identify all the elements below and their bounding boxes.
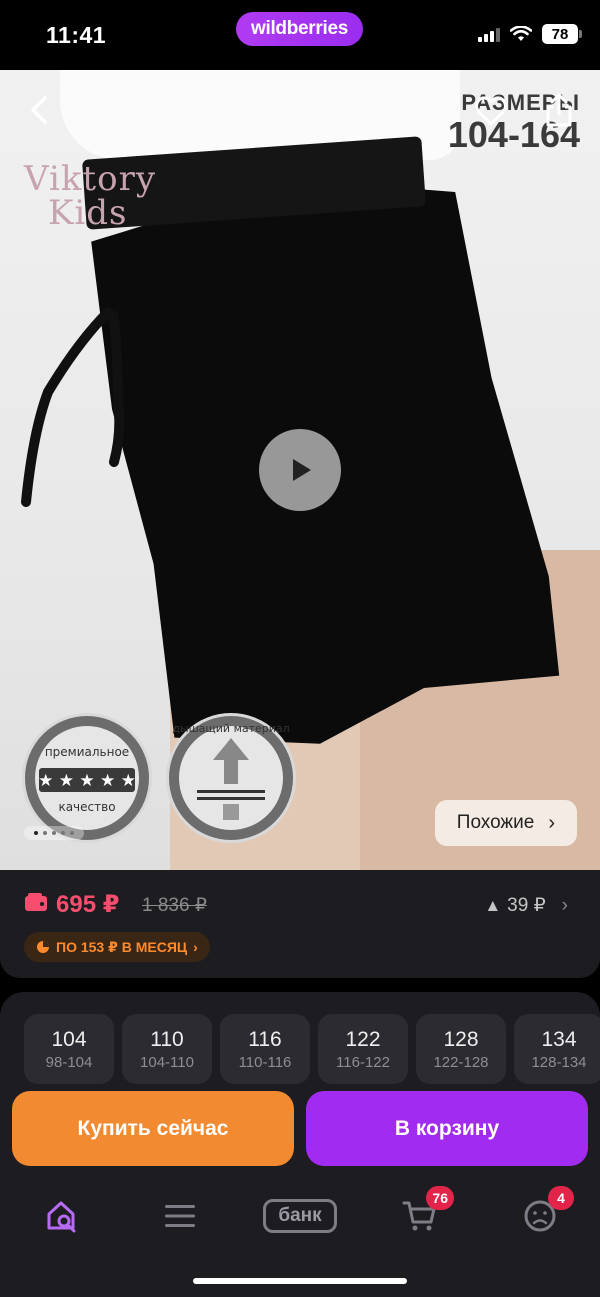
page-dot: [52, 831, 56, 835]
product-photo[interactable]: Viktory Kids РАЗМЕРЫ 104-164 ★ ★ ★ ★ ★ п…: [0, 70, 600, 870]
add-to-cart-button[interactable]: В корзину: [306, 1091, 588, 1166]
page-dot: [70, 831, 74, 835]
menu-icon: [165, 1205, 195, 1227]
size-range: 128-134: [531, 1053, 587, 1071]
brand-logo: Viktory Kids: [24, 162, 156, 230]
triangle-up-icon: ▲: [484, 895, 502, 915]
svg-text:премиальное: премиальное: [45, 745, 129, 759]
size-chip[interactable]: 116 110-116: [220, 1014, 310, 1084]
buy-now-button[interactable]: Купить сейчас: [12, 1091, 294, 1166]
breathable-material-badge: дышащий материал: [166, 713, 296, 843]
size-value: 134: [541, 1027, 577, 1051]
size-chip[interactable]: 128 122-128: [416, 1014, 506, 1084]
current-price: 695 ₽: [56, 891, 120, 918]
play-icon: [293, 459, 311, 481]
price-drop-value: 39 ₽: [507, 895, 546, 916]
size-value: 122: [345, 1027, 381, 1051]
svg-text:дышащий материал: дышащий материал: [172, 722, 289, 735]
play-video-button[interactable]: [259, 429, 341, 511]
svg-text:★ ★ ★ ★ ★: ★ ★ ★ ★ ★: [38, 771, 136, 791]
size-chip[interactable]: 110 104-110: [122, 1014, 212, 1084]
svg-text:качество: качество: [58, 800, 115, 814]
status-time: 11:41: [46, 22, 107, 48]
nav-catalog[interactable]: [158, 1194, 202, 1238]
size-chip[interactable]: 104 98-104: [24, 1014, 114, 1084]
old-price: 1 836 ₽: [142, 895, 207, 916]
chevron-right-icon: ›: [193, 939, 198, 955]
size-range: 110-116: [238, 1053, 292, 1071]
page-dot: [61, 831, 65, 835]
size-range: 122-128: [433, 1053, 489, 1071]
cart-count-badge: 76: [426, 1186, 454, 1210]
home-search-icon: [47, 1201, 76, 1233]
page-dot: [34, 831, 38, 835]
installment-label: ПО 153 ₽ В МЕСЯЦ: [56, 938, 188, 955]
price-card: 695 ₽ 1 836 ₽ ▲ 39 ₽ › ПО 153 ₽ В МЕСЯЦ …: [0, 870, 600, 978]
nav-cart[interactable]: 76: [398, 1186, 454, 1238]
similar-button-label: Похожие: [456, 812, 535, 833]
size-chip[interactable]: 134 128-134: [514, 1014, 600, 1084]
profile-notification-badge: 4: [548, 1186, 574, 1210]
size-value: 128: [443, 1027, 479, 1051]
size-range: 116-122: [336, 1053, 390, 1071]
brand-logo-line-1: Viktory: [24, 159, 157, 199]
heart-icon[interactable]: [474, 94, 508, 128]
chevron-right-icon: ›: [561, 894, 568, 916]
size-value: 110: [150, 1027, 184, 1051]
size-value: 104: [51, 1027, 87, 1051]
status-bar: 11:41 wildberries 78: [0, 0, 600, 70]
installment-badge[interactable]: ПО 153 ₽ В МЕСЯЦ ›: [24, 932, 210, 962]
size-range: 98-104: [45, 1053, 93, 1071]
photo-drawstring: [21, 307, 125, 507]
premium-stars-icon: ★ ★ ★ ★ ★ премиальное качество: [38, 745, 136, 814]
bank-label: банк: [263, 1199, 337, 1233]
brand-pill[interactable]: wildberries: [236, 12, 363, 46]
wifi-icon: [510, 26, 532, 41]
size-range: 104-110: [140, 1053, 194, 1071]
nav-bank[interactable]: банк: [262, 1194, 338, 1238]
nav-profile[interactable]: 4: [518, 1186, 574, 1238]
status-icons: 78: [478, 24, 582, 44]
home-indicator: [193, 1278, 407, 1284]
chevron-right-icon: ›: [548, 811, 555, 834]
pie-chart-icon: [37, 941, 49, 953]
photo-pagination: [24, 826, 84, 840]
size-chip[interactable]: 122 116-122: [318, 1014, 408, 1084]
battery-indicator: 78: [542, 24, 582, 44]
brand-logo-line-2: Kids: [48, 193, 128, 233]
share-icon[interactable]: [544, 92, 574, 128]
premium-quality-badge: ★ ★ ★ ★ ★ премиальное качество: [22, 713, 152, 843]
page-dot: [43, 831, 47, 835]
nav-home[interactable]: [40, 1194, 84, 1238]
price-history-link[interactable]: ▲ 39 ₽ ›: [484, 894, 568, 917]
similar-button[interactable]: Похожие ›: [434, 800, 577, 846]
wallet-icon: [25, 893, 47, 911]
breathable-arrow-icon: дышащий материал: [172, 722, 290, 820]
size-value: 116: [248, 1027, 282, 1051]
signal-icon: [478, 26, 500, 42]
size-list: 104 98-104 110 104-110 116 110-116 122 1…: [24, 1014, 600, 1084]
back-arrow-icon[interactable]: [22, 92, 58, 128]
